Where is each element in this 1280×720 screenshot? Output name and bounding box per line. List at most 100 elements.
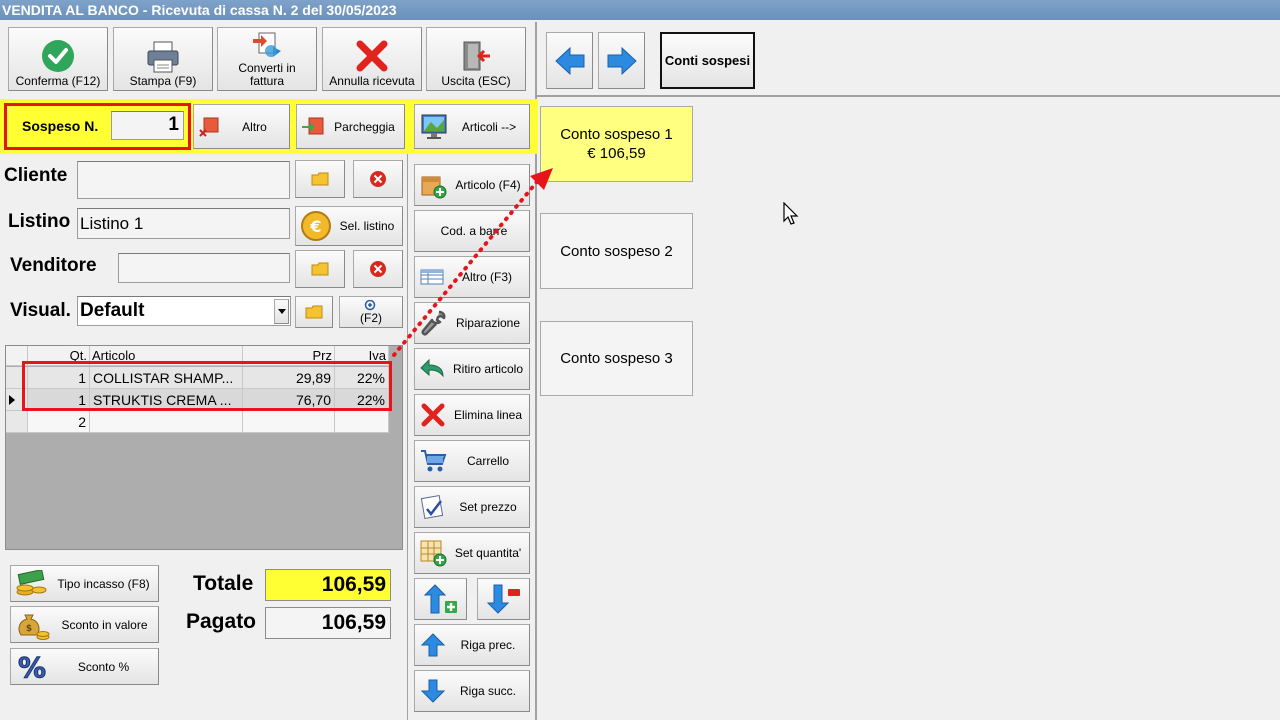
table-row-vat[interactable]: 22%	[335, 389, 389, 411]
seller-browse-button[interactable]	[295, 250, 345, 288]
print-button[interactable]: Stampa (F9)	[113, 27, 213, 91]
svg-text:€: €	[309, 217, 321, 236]
qty-increase-button[interactable]	[414, 578, 467, 620]
table-row-article[interactable]: STRUKTIS CREMA ...	[90, 389, 243, 411]
discount-percent-label: Sconto %	[77, 659, 130, 674]
table-row-price[interactable]: 76,70	[243, 389, 335, 411]
grid-header-price[interactable]: Prz	[243, 346, 335, 366]
suspended-account-card-2[interactable]: Conto sospeso 2	[540, 213, 693, 289]
client-browse-button[interactable]	[295, 160, 345, 198]
next-page-button[interactable]	[598, 32, 645, 89]
set-quantity-button[interactable]: Set quantita'	[414, 532, 530, 574]
discount-value-button[interactable]: $ Sconto in valore	[10, 606, 159, 643]
suspend-number-field[interactable]: 1	[111, 111, 184, 140]
monitor-icon	[421, 114, 447, 139]
cart-button[interactable]: Carrello	[414, 440, 530, 482]
arrow-up-icon	[420, 633, 446, 657]
suspended-account-card-3[interactable]: Conto sospeso 3	[540, 321, 693, 396]
arrow-down-icon	[420, 679, 446, 703]
view-dropdown-button[interactable]	[274, 299, 289, 324]
discount-percent-button[interactable]: % Sconto %	[10, 648, 159, 685]
svg-text:$: $	[26, 624, 32, 634]
chevron-down-icon	[277, 309, 286, 314]
table-row-vat[interactable]: 22%	[335, 367, 389, 389]
table-row-article[interactable]: COLLISTAR SHAMP...	[90, 367, 243, 389]
table-row-qty[interactable]: 1	[28, 367, 90, 389]
suspended-account-card-1[interactable]: Conto sospeso 1 € 106,59	[540, 106, 693, 182]
view-label: Visual.	[10, 300, 71, 321]
payment-type-label: Tipo incasso (F8)	[57, 576, 150, 591]
printer-icon	[147, 41, 179, 73]
cancel-label: Annulla ricevuta	[329, 74, 415, 88]
prev-page-button[interactable]	[546, 32, 593, 89]
arrow-right-icon	[607, 46, 637, 75]
row-indicator[interactable]	[6, 411, 28, 433]
card-name: Conto sospeso 1	[560, 126, 673, 143]
arrow-up-plus-icon	[423, 584, 457, 614]
clear-icon	[370, 171, 386, 187]
grid-indicator-header	[6, 346, 28, 366]
row-indicator[interactable]	[6, 389, 28, 411]
cancel-receipt-button[interactable]: Annulla ricevuta	[322, 27, 422, 91]
money-icon	[16, 569, 47, 595]
exit-button[interactable]: Uscita (ESC)	[426, 27, 526, 91]
clear-icon	[370, 261, 386, 277]
select-pricelist-button[interactable]: € Sel. listino	[295, 206, 403, 246]
prev-row-button[interactable]: Riga prec.	[414, 624, 530, 666]
arrow-down-minus-icon	[486, 584, 520, 614]
exit-door-icon	[463, 41, 490, 71]
discount-value-label: Sconto in valore	[61, 617, 148, 632]
grid-header-article[interactable]: Articolo	[90, 346, 243, 366]
park-label: Parcheggia	[334, 119, 395, 134]
view-browse-button[interactable]	[295, 296, 333, 328]
seller-label: Venditore	[10, 255, 97, 276]
suspended-accounts-button[interactable]: Conti sospesi	[660, 32, 755, 89]
articles-button[interactable]: Articoli -->	[414, 104, 530, 149]
qty-decrease-button[interactable]	[477, 578, 530, 620]
table-row-price[interactable]	[243, 411, 335, 433]
row-indicator[interactable]	[6, 367, 28, 389]
client-field[interactable]	[77, 161, 290, 199]
suspend-label: Sospeso N.	[22, 118, 99, 134]
set-price-label: Set prezzo	[459, 500, 517, 514]
money-bag-icon: $	[18, 614, 50, 640]
park-button[interactable]: Parcheggia	[296, 104, 405, 149]
articles-label: Articoli -->	[461, 119, 517, 134]
convert-document-icon	[253, 32, 281, 57]
right-header	[537, 25, 1280, 97]
mouse-cursor-icon	[783, 202, 799, 225]
other-suspend-label: Altro	[242, 119, 267, 134]
total-field: 106,59	[265, 569, 391, 601]
card-name: Conto sospeso 3	[560, 350, 673, 367]
pricelist-field[interactable]: Listino 1	[77, 208, 290, 239]
confirm-button[interactable]: Conferma (F12)	[8, 27, 108, 91]
table-row-article[interactable]	[90, 411, 243, 433]
checkmark-icon	[42, 40, 74, 72]
grid-header-qty[interactable]: Qt.	[28, 346, 90, 366]
next-row-button[interactable]: Riga succ.	[414, 670, 530, 712]
seller-field[interactable]	[118, 253, 290, 283]
table-row-qty[interactable]: 1	[28, 389, 90, 411]
payment-type-button[interactable]: Tipo incasso (F8)	[10, 565, 159, 602]
table-row-qty[interactable]: 2	[28, 411, 90, 433]
svg-text:%: %	[18, 653, 46, 681]
paid-field[interactable]: 106,59	[265, 607, 391, 639]
delete-line-button[interactable]: Elimina linea	[414, 394, 530, 436]
arrow-left-icon	[554, 46, 584, 75]
exit-label: Uscita (ESC)	[441, 74, 511, 88]
view-select[interactable]: Default	[77, 296, 291, 326]
print-label: Stampa (F9)	[129, 74, 197, 88]
cart-icon	[421, 450, 447, 472]
folder-icon	[305, 305, 323, 319]
convert-invoice-button[interactable]: Converti in fattura	[217, 27, 317, 91]
card-amount: € 106,59	[587, 145, 646, 162]
annotation-arrow-icon	[392, 168, 553, 357]
grid-header-vat[interactable]: Iva	[335, 346, 389, 366]
set-price-button[interactable]: Set prezzo	[414, 486, 530, 528]
table-row-vat[interactable]	[335, 411, 389, 433]
price-edit-icon	[420, 495, 444, 519]
table-row-price[interactable]: 29,89	[243, 367, 335, 389]
remove-item-icon	[199, 117, 219, 137]
prev-row-label: Riga prec.	[460, 638, 516, 652]
other-suspend-button[interactable]: Altro	[193, 104, 290, 149]
